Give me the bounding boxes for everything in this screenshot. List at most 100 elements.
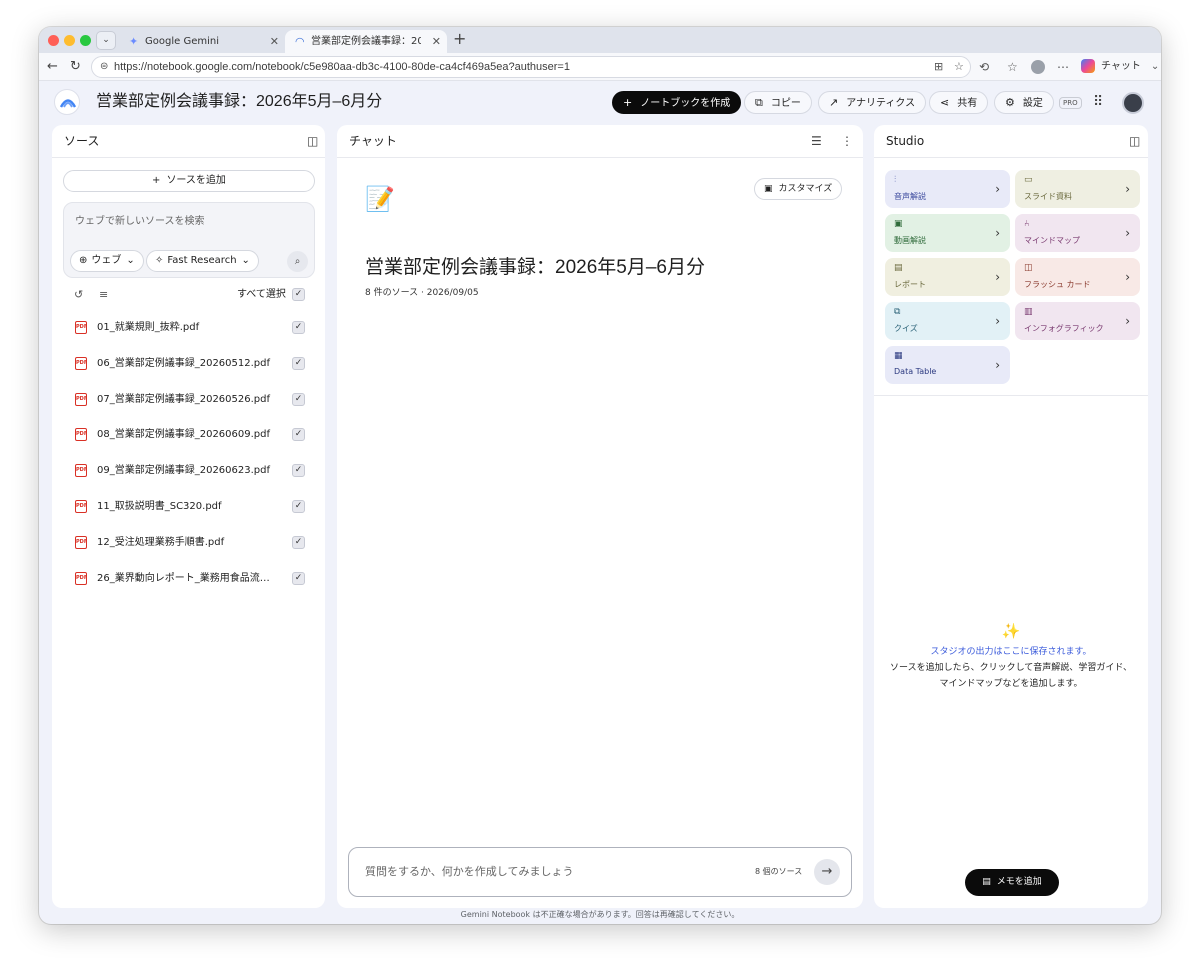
studio-tile[interactable]: ⧉ クイズ ›: [885, 302, 1010, 340]
close-tab-icon[interactable]: ✕: [270, 30, 279, 53]
studio-tile[interactable]: ▭ スライド資料 ›: [1015, 170, 1140, 208]
tab-notebook[interactable]: ◠ 営業部定例会議事録：2026年5月–6 ✕: [285, 30, 447, 53]
sources-header: ソース ◫: [52, 125, 325, 158]
sort-icon[interactable]: ≡: [99, 285, 108, 305]
waveform-icon: ⫶: [894, 175, 897, 185]
copilot-icon: [1081, 59, 1095, 73]
source-checkbox[interactable]: ✓: [292, 428, 305, 442]
settings-button[interactable]: ⚙ 設定: [994, 91, 1054, 114]
source-name: 01_就業規則_抜粋.pdf: [97, 322, 200, 333]
zoom-window-button[interactable]: [80, 35, 91, 46]
studio-tile[interactable]: ⑃ マインドマップ ›: [1015, 214, 1140, 252]
studio-tile-label: Data Table: [894, 367, 937, 376]
address-bar[interactable]: ⊜ https://notebook.google.com/notebook/c…: [91, 56, 971, 78]
page-title[interactable]: 営業部定例会議事録：2026年5月–6月分: [96, 90, 382, 114]
studio-tile-label: スライド資料: [1024, 192, 1072, 201]
source-checkbox[interactable]: ✓: [292, 392, 305, 406]
table-icon: ▦: [894, 351, 903, 361]
collapse-panel-icon[interactable]: ◫: [1129, 125, 1140, 158]
select-all-checkbox[interactable]: ✓: [292, 288, 305, 301]
new-tab-icon[interactable]: +: [453, 29, 466, 48]
notebook-title: 営業部定例会議事録：2026年5月–6月分: [365, 257, 705, 278]
source-item[interactable]: PDF 08_営業部定例議事録_20260609.pdf ✓: [52, 420, 325, 450]
plus-icon: +: [152, 175, 161, 186]
add-source-button[interactable]: + ソースを追加: [63, 170, 315, 192]
source-item[interactable]: PDF 11_取扱説明書_SC320.pdf ✓: [52, 492, 325, 522]
add-note-button[interactable]: ▤ メモを追加: [965, 869, 1059, 896]
create-notebook-button[interactable]: + ノートブックを作成: [612, 91, 742, 114]
source-checkbox[interactable]: ✓: [292, 321, 305, 334]
customize-button[interactable]: ▣ カスタマイズ: [754, 178, 843, 200]
source-search-box[interactable]: ウェブで新しいソースを検索 ⊕ ウェブ ⌄ ✧ Fast Research ⌄ ⌕: [63, 202, 315, 278]
chevron-right-icon: ›: [995, 270, 1000, 284]
chat-header: チャット ☰ ⋮: [337, 125, 863, 158]
quiz-icon: ⧉: [894, 307, 901, 317]
analytics-button[interactable]: ↗ アナリティクス: [818, 91, 927, 114]
send-arrow-icon[interactable]: →: [814, 859, 840, 885]
source-count: 8 個のソース: [755, 867, 803, 876]
close-window-button[interactable]: [48, 35, 59, 46]
pdf-file-icon: PDF: [75, 392, 87, 406]
studio-tile[interactable]: ▤ レポート ›: [885, 258, 1010, 296]
tab-list-dropdown-icon[interactable]: ⌄: [96, 31, 116, 50]
source-item[interactable]: PDF 26_業界動向レポート_業務用食品流通... ✓: [52, 564, 325, 594]
studio-tile[interactable]: ◫ フラッシュ カード ›: [1015, 258, 1140, 296]
more-options-icon[interactable]: ⋯: [1057, 58, 1069, 76]
copy-button[interactable]: ⧉ コピー: [744, 91, 812, 114]
source-item[interactable]: PDF 12_受注処理業務手順書.pdf ✓: [52, 528, 325, 558]
chevron-right-icon: ›: [1125, 314, 1130, 328]
studio-tile[interactable]: ▥ インフォグラフィック ›: [1015, 302, 1140, 340]
extension-icon[interactable]: ⟲: [979, 58, 989, 76]
notebook-meta: 8 件のソース · 2026/09/05: [365, 288, 479, 298]
tune-settings-icon[interactable]: ☰: [811, 125, 822, 158]
profile-icon[interactable]: [1031, 60, 1045, 74]
studio-tile-label: クイズ: [894, 324, 918, 333]
gear-icon: ⚙: [1005, 96, 1015, 109]
studio-tile[interactable]: ⫶ 音声解説 ›: [885, 170, 1010, 208]
magic-wand-icon: ✨: [1001, 622, 1021, 640]
source-item[interactable]: PDF 01_就業規則_抜粋.pdf ✓: [52, 313, 325, 343]
notebook-logo-icon[interactable]: [54, 89, 80, 115]
trending-up-icon: ↗: [829, 96, 839, 109]
close-tab-icon[interactable]: ✕: [432, 30, 441, 53]
chat-input[interactable]: 質問をするか、何かを作成してみましょう: [365, 848, 573, 896]
collapse-panel-icon[interactable]: ◫: [307, 125, 318, 158]
pdf-file-icon: PDF: [75, 321, 87, 334]
source-checkbox[interactable]: ✓: [292, 500, 305, 513]
reload-icon[interactable]: ↻: [70, 57, 81, 77]
source-checkbox[interactable]: ✓: [292, 571, 305, 585]
favorite-star-icon[interactable]: ☆: [954, 57, 964, 77]
favorites-icon[interactable]: ☆: [1007, 58, 1018, 76]
studio-tile[interactable]: ▣ 動画解説 ›: [885, 214, 1010, 252]
tab-strip: ⌄ ✦ Google Gemini ✕ ◠ 営業部定例会議事録：2026年5月–…: [39, 27, 1161, 53]
search-input[interactable]: ウェブで新しいソースを検索: [75, 212, 205, 227]
chevron-right-icon: ›: [1125, 182, 1130, 196]
studio-tile[interactable]: ▦ Data Table ›: [885, 346, 1010, 384]
minimize-window-button[interactable]: [64, 35, 75, 46]
source-name: 26_業界動向レポート_業務用食品流通...: [97, 572, 277, 584]
search-icon[interactable]: ⌕: [287, 251, 308, 272]
share-button[interactable]: ⋖ 共有: [929, 91, 989, 114]
web-source-dropdown[interactable]: ⊕ ウェブ ⌄: [70, 250, 144, 272]
source-item[interactable]: PDF 09_営業部定例議事録_20260623.pdf ✓: [52, 456, 325, 486]
copilot-chat-button[interactable]: チャット ⌄: [1081, 57, 1159, 77]
source-checkbox[interactable]: ✓: [292, 464, 305, 478]
video-icon: ▣: [894, 219, 903, 229]
source-checkbox[interactable]: ✓: [292, 535, 305, 549]
back-arrow-icon[interactable]: ←: [47, 57, 58, 77]
source-item[interactable]: PDF 06_営業部定例議事録_20260512.pdf ✓: [52, 349, 325, 379]
refresh-icon[interactable]: ↺: [74, 285, 83, 305]
site-info-icon[interactable]: ⊜: [100, 57, 108, 77]
apps-grid-icon[interactable]: ⠿: [1093, 94, 1103, 110]
avatar[interactable]: [1122, 92, 1144, 114]
more-vert-icon[interactable]: ⋮: [841, 125, 853, 158]
source-checkbox[interactable]: ✓: [292, 356, 305, 370]
source-list-toolbar: ↺ ≡ すべて選択 ✓: [52, 285, 325, 305]
source-item[interactable]: PDF 07_営業部定例議事録_20260526.pdf ✓: [52, 385, 325, 415]
chevron-right-icon: ›: [995, 226, 1000, 240]
tab-google-gemini[interactable]: ✦ Google Gemini ✕: [119, 30, 285, 53]
app-available-icon[interactable]: ⊞: [934, 57, 943, 77]
research-mode-dropdown[interactable]: ✧ Fast Research ⌄: [146, 250, 259, 272]
chat-composer[interactable]: 質問をするか、何かを作成してみましょう 8 個のソース →: [348, 847, 852, 897]
studio-tile-label: レポート: [894, 280, 926, 289]
